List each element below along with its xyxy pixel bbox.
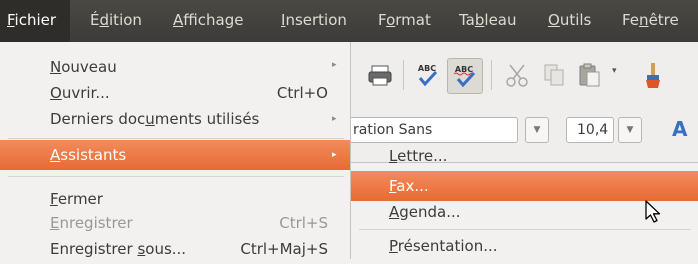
mouse-pointer-icon [645,200,661,223]
menu-separator [8,176,344,177]
menu-item-assistants[interactable]: Assistants ▸ [0,140,350,170]
menu-insertion[interactable]: Insertion [281,0,347,42]
paste-icon [579,63,600,87]
menu-edition[interactable]: Édition [90,0,142,42]
menu-item-label: Assistants [50,146,127,164]
spellcheck-icon: ABC [418,64,438,87]
menu-item-label: Derniers documents utilisés [50,110,260,128]
chevron-right-icon: ▸ [332,150,337,160]
fichier-menu: Nouveau ▸ Ouvrir... Ctrl+O Derniers docu… [0,42,351,258]
menu-item-label: Agenda... [389,203,461,221]
toolbar-separator [491,60,492,90]
menu-item-lettre[interactable]: Lettre... [351,141,698,171]
menu-bar: Fichier Édition Affichage Insertion Form… [0,0,698,42]
menu-separator [8,138,344,139]
menu-item-enregistrer-sous[interactable]: Enregistrer sous... Ctrl+Maj+S [0,234,350,264]
shortcut-label: Ctrl+Maj+S [240,240,328,258]
chevron-right-icon: ▸ [332,114,337,124]
font-size-dropdown[interactable]: ▼ [618,117,642,143]
spellcheck-button[interactable]: ABC [410,58,444,92]
svg-text:A: A [672,117,688,141]
chevron-down-icon: ▼ [626,125,634,135]
paste-dropdown-button[interactable]: ▾ [606,58,626,92]
chevron-down-icon: ▼ [533,125,541,135]
menu-fenetre[interactable]: Fenêtre [622,0,679,42]
toolbar-separator [403,60,404,90]
autospellcheck-icon: ABC [453,65,476,88]
menu-tableau[interactable]: Tableau [459,0,517,42]
menu-separator [359,229,691,230]
menu-fichier-label: Fichier [7,11,57,29]
font-size-field[interactable]: 10,4 [566,117,614,143]
menu-affichage[interactable]: Affichage [173,0,243,42]
chevron-right-icon: ▸ [332,60,337,70]
clone-formatting-button[interactable] [636,58,670,92]
paintbrush-icon [646,63,660,88]
menu-item-label: Enregistrer sous... [50,240,187,258]
copy-icon [544,64,564,86]
menu-fichier[interactable]: Fichier [0,0,70,42]
menu-item-label: Lettre... [389,147,448,165]
print-button[interactable] [363,58,397,92]
copy-button[interactable] [537,58,571,92]
font-style-icon: A [672,117,688,141]
font-name-field[interactable]: ration Sans [338,117,518,143]
menu-format[interactable]: Format [378,0,431,42]
font-name-dropdown[interactable]: ▼ [525,117,549,143]
paste-button[interactable] [572,58,606,92]
bold-button[interactable]: A [660,116,698,142]
scissors-icon [506,64,528,87]
menu-item-derniers-documents[interactable]: Derniers documents utilisés ▸ [0,104,350,134]
menu-outils[interactable]: Outils [548,0,591,42]
printer-icon [368,65,392,86]
cut-button[interactable] [500,58,534,92]
autospellcheck-button[interactable]: ABC [447,58,483,94]
svg-text:ABC: ABC [418,64,436,73]
chevron-down-icon: ▾ [612,66,617,76]
